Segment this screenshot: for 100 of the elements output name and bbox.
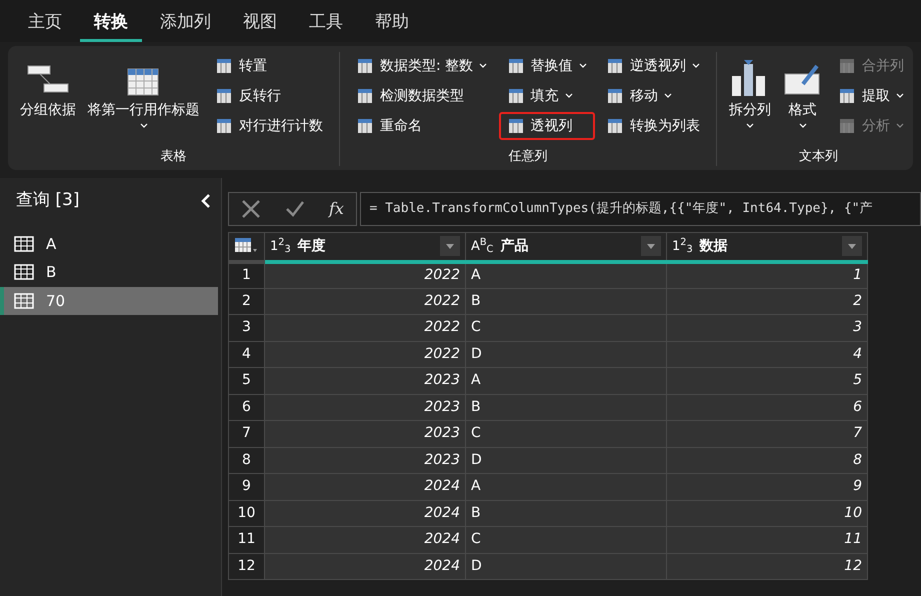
table-menu-button[interactable] (228, 232, 264, 262)
row-number: 10 (228, 500, 264, 526)
formula-field[interactable]: = Table.TransformColumnTypes(提升的标题,{{"年度", Int64.Type}, {"产 (360, 192, 921, 226)
caret-icon (896, 123, 904, 129)
table-cell: 2024 (264, 474, 466, 500)
ribbon-button[interactable]: 转置 (207, 52, 331, 80)
row-number: 7 (228, 420, 264, 447)
table-cell: 4 (666, 341, 868, 368)
query-item[interactable]: 70 (0, 286, 218, 315)
ribbon-button[interactable]: 逆透视列 (598, 52, 708, 80)
caret-icon (664, 93, 672, 99)
ribbon-button[interactable]: 重命名 (348, 112, 496, 140)
panel-title: 查询 [3] (16, 189, 80, 212)
table-cell: 7 (666, 420, 868, 447)
column-icon (215, 57, 233, 75)
table-cell: 8 (666, 447, 868, 474)
ribbon-button[interactable]: 拆分列 (725, 52, 776, 146)
table-icon (14, 264, 34, 280)
ribbon-button[interactable]: 对行进行计数 (207, 112, 331, 140)
table-cell: B (466, 394, 666, 420)
checkmark-icon (285, 199, 305, 219)
caret-icon (564, 93, 573, 99)
ribbon-button[interactable]: 移动 (598, 82, 708, 110)
ribbon-button[interactable]: 格式 (778, 52, 827, 146)
table-icon (126, 68, 160, 98)
column-icon (838, 117, 856, 135)
table-cell: D (466, 341, 666, 368)
table-cell: C (466, 314, 666, 341)
column-icon (838, 87, 856, 105)
ribbon-button[interactable]: 数据类型: 整数 (348, 52, 496, 80)
filter-button[interactable] (641, 236, 661, 256)
ribbon-button[interactable]: 将第一行用作标题 (84, 52, 204, 146)
menu-tab[interactable]: 添加列 (146, 6, 225, 42)
table-cell: 12 (666, 553, 868, 580)
table-icon (14, 292, 34, 309)
column-icon (606, 87, 624, 105)
ribbon-button[interactable]: 反转行 (207, 82, 331, 110)
column-icon (506, 87, 525, 105)
table-cell: 10 (666, 500, 868, 526)
menu-tab[interactable]: 主页 (14, 6, 76, 42)
column-icon (356, 57, 374, 75)
group-label: 文本列 (798, 148, 840, 166)
row-number: 6 (228, 394, 264, 420)
collapse-button[interactable] (201, 194, 211, 208)
query-item[interactable]: A (0, 230, 218, 258)
table-cell: 2024 (264, 500, 466, 526)
table-cell: 2023 (264, 368, 466, 394)
table-icon (14, 236, 34, 252)
table-cell: C (466, 526, 666, 553)
chevron-left-icon (201, 194, 211, 208)
table-cell: 2 (666, 288, 868, 314)
table-cell: 2024 (264, 553, 466, 580)
ribbon-button[interactable]: 检测数据类型 (348, 82, 496, 110)
ribbon-button[interactable]: 提取 (830, 82, 912, 110)
ribbon-button[interactable]: 转换为列表 (598, 112, 708, 140)
query-item[interactable]: B (0, 258, 218, 286)
row-number: 3 (228, 314, 264, 341)
menu-tab[interactable]: 视图 (229, 6, 291, 42)
ribbon-button[interactable]: 替换值 (498, 52, 595, 80)
caret-icon (798, 123, 807, 129)
table-cell: 11 (666, 526, 868, 553)
menu-tab[interactable]: 转换 (80, 6, 142, 42)
table-cell: D (466, 447, 666, 474)
column-icon (606, 117, 624, 135)
caret-icon (479, 63, 488, 69)
row-number: 8 (228, 447, 264, 474)
caret-icon (578, 63, 587, 69)
column-icon (356, 87, 374, 105)
table-cell: B (466, 500, 666, 526)
table-cell: 2022 (264, 288, 466, 314)
ribbon-button[interactable]: 分组依据 (16, 52, 80, 146)
table-cell: C (466, 420, 666, 447)
row-number: 12 (228, 553, 264, 580)
filter-button[interactable] (440, 236, 460, 256)
caret-icon (746, 123, 754, 129)
caret-icon (692, 63, 700, 69)
caret-icon (896, 93, 904, 99)
column-header[interactable]: A$^{B}$$_{C}$ 产品 (466, 232, 666, 262)
ribbon-button[interactable]: 填充 (498, 82, 595, 110)
ribbon-button[interactable]: 透视列 (498, 112, 595, 140)
caret-icon (647, 244, 655, 249)
menu-tab[interactable]: 帮助 (361, 6, 423, 42)
column-icon (606, 57, 624, 75)
table-cell: 2024 (264, 526, 466, 553)
menu-tab[interactable]: 工具 (295, 6, 357, 42)
table-cell: 3 (666, 314, 868, 341)
column-icon (356, 117, 374, 135)
row-number: 4 (228, 341, 264, 368)
column-icon (838, 57, 856, 75)
table-cell: 2022 (264, 314, 466, 341)
column-icon (215, 87, 233, 105)
table-cell: B (466, 288, 666, 314)
filter-button[interactable] (842, 236, 862, 256)
row-number: 5 (228, 368, 264, 394)
group-label: 任意列 (508, 148, 549, 166)
row-number: 9 (228, 474, 264, 500)
table-cell: 2023 (264, 447, 466, 474)
column-header[interactable]: 1$^{2}$$_{3}$ 年度 (264, 232, 466, 262)
column-header[interactable]: 1$^{2}$$_{3}$ 数据 (666, 232, 868, 262)
table-cell: D (466, 553, 666, 580)
